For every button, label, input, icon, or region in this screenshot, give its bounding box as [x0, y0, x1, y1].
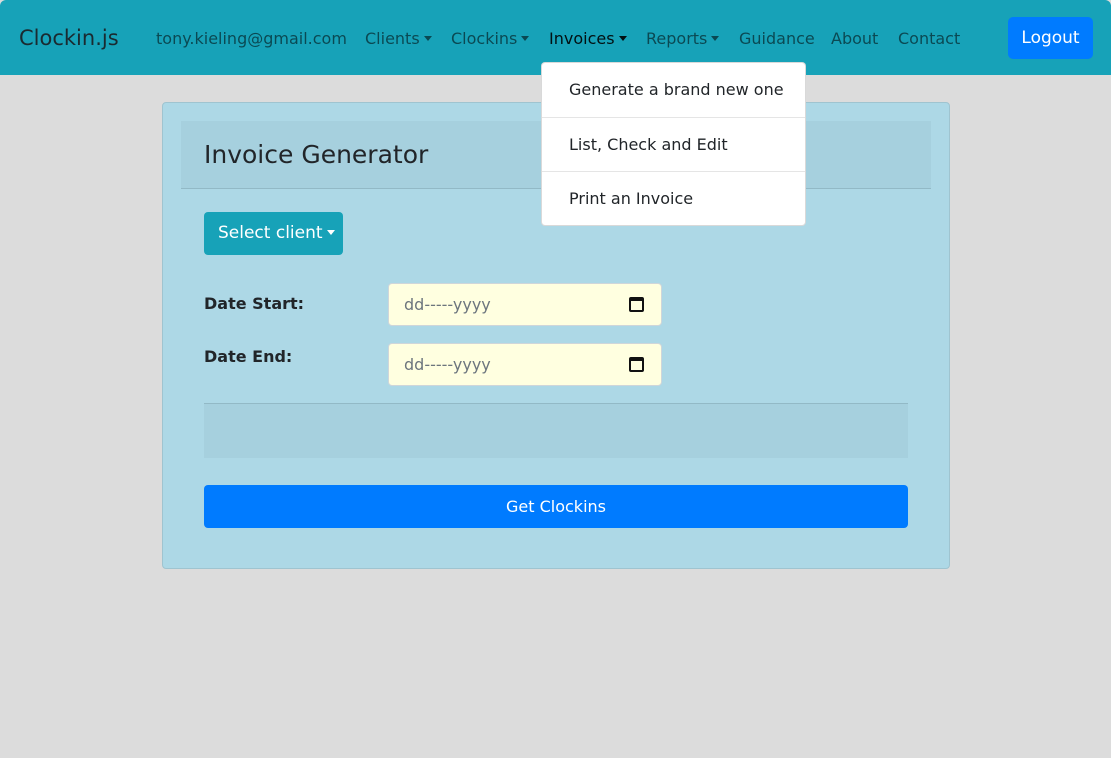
caret-down-icon	[618, 36, 627, 41]
date-end-input[interactable]: dd-----yyyy	[388, 343, 662, 386]
nav-clockins-label: Clockins	[451, 29, 518, 48]
date-end-label: Date End:	[204, 347, 293, 366]
caret-down-icon	[711, 36, 720, 41]
nav-invoices-label: Invoices	[549, 29, 615, 48]
select-client-label: Select client	[218, 223, 323, 243]
caret-down-icon	[326, 230, 335, 235]
date-end-value: dd-----yyyy	[404, 355, 491, 374]
nav-contact[interactable]: Contact	[898, 28, 960, 50]
nav-user-email[interactable]: tony.kieling@gmail.com	[156, 28, 347, 50]
logout-button[interactable]: Logout	[1008, 17, 1093, 59]
page-title: Invoice Generator	[204, 140, 429, 169]
caret-down-icon	[423, 36, 432, 41]
nav-clockins-dropdown[interactable]: Clockins	[451, 28, 530, 50]
nav-reports-label: Reports	[646, 29, 708, 48]
menu-item-generate[interactable]: Generate a brand new one	[542, 63, 805, 117]
date-start-label: Date Start:	[204, 294, 305, 313]
nav-invoices-dropdown[interactable]: Invoices	[549, 28, 627, 50]
results-panel	[204, 403, 908, 458]
date-start-input[interactable]: dd-----yyyy	[388, 283, 662, 326]
calendar-icon[interactable]	[629, 357, 644, 372]
invoices-dropdown-menu: Generate a brand new one List, Check and…	[541, 62, 806, 226]
nav-about[interactable]: About	[831, 28, 878, 50]
menu-item-list-check-edit[interactable]: List, Check and Edit	[542, 117, 805, 171]
select-client-button[interactable]: Select client	[204, 212, 343, 255]
date-start-value: dd-----yyyy	[404, 295, 491, 314]
nav-guidance[interactable]: Guidance	[739, 28, 815, 50]
brand-logo[interactable]: Clockin.js	[19, 25, 119, 51]
menu-item-print-invoice[interactable]: Print an Invoice	[542, 171, 805, 225]
nav-clients-dropdown[interactable]: Clients	[365, 28, 432, 50]
caret-down-icon	[521, 36, 530, 41]
nav-reports-dropdown[interactable]: Reports	[646, 28, 720, 50]
nav-clients-label: Clients	[365, 29, 420, 48]
calendar-icon[interactable]	[629, 297, 644, 312]
get-clockins-button[interactable]: Get Clockins	[204, 485, 908, 528]
